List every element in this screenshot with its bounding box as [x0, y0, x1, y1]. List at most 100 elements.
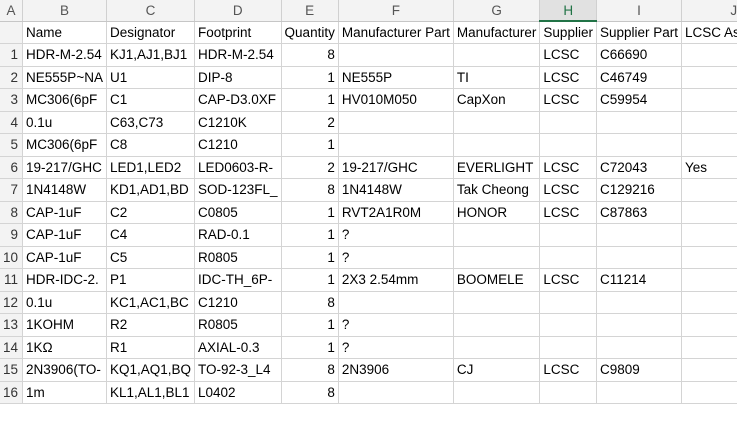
cell[interactable]: 1 — [281, 246, 339, 269]
cell[interactable]: LCSC — [539, 178, 597, 202]
cell[interactable]: 1 — [281, 201, 339, 224]
cell[interactable]: AXIAL-0.3 — [194, 336, 282, 359]
cell[interactable]: Tak Cheong — [453, 178, 541, 202]
cell[interactable]: KC1,AC1,BC — [106, 291, 196, 314]
cell[interactable]: KL1,AL1,BL1 — [106, 381, 196, 404]
cell[interactable]: C63,C73 — [106, 111, 196, 134]
column-header-f[interactable]: F — [338, 0, 454, 22]
cell[interactable] — [539, 133, 597, 157]
cell[interactable]: 19-217/GHC — [22, 156, 107, 179]
cell[interactable]: IDC-TH_6P- — [194, 268, 282, 292]
cell[interactable] — [453, 246, 541, 269]
cell[interactable]: ? — [338, 313, 454, 337]
row-header[interactable]: 13 — [0, 313, 24, 337]
column-header-i[interactable]: I — [596, 0, 683, 22]
cell[interactable]: C46749 — [596, 66, 683, 89]
cell[interactable]: L0402 — [194, 381, 282, 404]
cell[interactable]: 1 — [281, 313, 339, 337]
cell[interactable]: 19-217/GHC — [338, 156, 454, 179]
cell[interactable]: TO-92-3_L4 — [194, 358, 282, 382]
cell[interactable] — [681, 291, 737, 314]
cell[interactable] — [453, 223, 541, 247]
cell[interactable] — [681, 43, 737, 67]
cell[interactable] — [539, 381, 597, 404]
column-header-h[interactable]: H — [539, 0, 597, 22]
cell[interactable]: LCSC — [539, 43, 597, 67]
cell[interactable] — [681, 246, 737, 269]
cell[interactable] — [596, 381, 683, 404]
cell[interactable] — [338, 291, 454, 314]
cell[interactable]: LCSC — [539, 268, 597, 292]
cell[interactable] — [596, 133, 683, 157]
cell[interactable] — [453, 111, 541, 134]
cell[interactable]: 1m — [22, 381, 107, 404]
row-header[interactable]: 11 — [0, 268, 24, 292]
cell[interactable]: Yes — [681, 156, 737, 179]
cell[interactable] — [453, 313, 541, 337]
row-header[interactable]: 4 — [0, 111, 24, 134]
row-header[interactable]: 16 — [0, 381, 24, 404]
cell[interactable]: Footprint — [194, 21, 282, 44]
cell[interactable] — [596, 336, 683, 359]
cell[interactable] — [539, 223, 597, 247]
cell[interactable]: MC306(6pF — [22, 133, 107, 157]
cell[interactable] — [453, 291, 541, 314]
cell[interactable] — [681, 336, 737, 359]
cell[interactable] — [338, 43, 454, 67]
cell[interactable]: 1N4148W — [338, 178, 454, 202]
cell[interactable]: CAP-1uF — [22, 246, 107, 269]
cell[interactable]: RVT2A1R0M — [338, 201, 454, 224]
cell[interactable]: 1 — [281, 133, 339, 157]
cell[interactable] — [338, 133, 454, 157]
cell[interactable]: ? — [338, 246, 454, 269]
cell[interactable] — [539, 246, 597, 269]
column-header-d[interactable]: D — [194, 0, 282, 22]
cell[interactable]: C1 — [106, 88, 196, 112]
cell[interactable]: MC306(6pF — [22, 88, 107, 112]
cell[interactable]: LED1,LED2 — [106, 156, 196, 179]
cell[interactable]: SOD-123FL_ — [194, 178, 282, 202]
column-header-a[interactable]: A — [0, 0, 24, 22]
cell[interactable]: Supplier Part — [596, 21, 683, 44]
cell[interactable]: 2X3 2.54mm — [338, 268, 454, 292]
cell[interactable]: ? — [338, 336, 454, 359]
cell[interactable]: LCSC — [539, 358, 597, 382]
cell[interactable]: 1KOHM — [22, 313, 107, 337]
cell[interactable] — [596, 313, 683, 337]
cell[interactable]: C1210 — [194, 291, 282, 314]
cell[interactable]: C8 — [106, 133, 196, 157]
cell[interactable]: 1KΩ — [22, 336, 107, 359]
cell[interactable] — [539, 313, 597, 337]
cell[interactable]: Quantity — [281, 21, 339, 44]
cell[interactable] — [681, 88, 737, 112]
cell[interactable] — [596, 246, 683, 269]
cell[interactable]: HDR-M-2.54 — [22, 43, 107, 67]
cell[interactable]: 8 — [281, 178, 339, 202]
cell[interactable] — [681, 111, 737, 134]
cell[interactable] — [681, 66, 737, 89]
cell[interactable]: LCSC — [539, 66, 597, 89]
cell[interactable]: Supplier — [539, 21, 597, 44]
cell[interactable] — [453, 336, 541, 359]
cell[interactable]: Manufacturer — [453, 21, 541, 44]
cell[interactable]: KJ1,AJ1,BJ1 — [106, 43, 196, 67]
cell[interactable] — [681, 178, 737, 202]
cell[interactable]: 2 — [281, 111, 339, 134]
cell[interactable] — [681, 201, 737, 224]
column-header-g[interactable]: G — [453, 0, 541, 22]
cell[interactable]: ? — [338, 223, 454, 247]
cell[interactable]: C59954 — [596, 88, 683, 112]
cell[interactable] — [681, 358, 737, 382]
cell[interactable] — [681, 268, 737, 292]
row-header[interactable]: 8 — [0, 201, 24, 224]
row-header[interactable]: 5 — [0, 133, 24, 157]
cell[interactable]: LCSC — [539, 156, 597, 179]
cell[interactable]: R0805 — [194, 313, 282, 337]
cell[interactable]: CJ — [453, 358, 541, 382]
cell[interactable]: R2 — [106, 313, 196, 337]
cell[interactable]: RAD-0.1 — [194, 223, 282, 247]
cell[interactable]: C2 — [106, 201, 196, 224]
cell[interactable]: 1 — [281, 223, 339, 247]
cell[interactable]: C66690 — [596, 43, 683, 67]
cell[interactable] — [596, 111, 683, 134]
